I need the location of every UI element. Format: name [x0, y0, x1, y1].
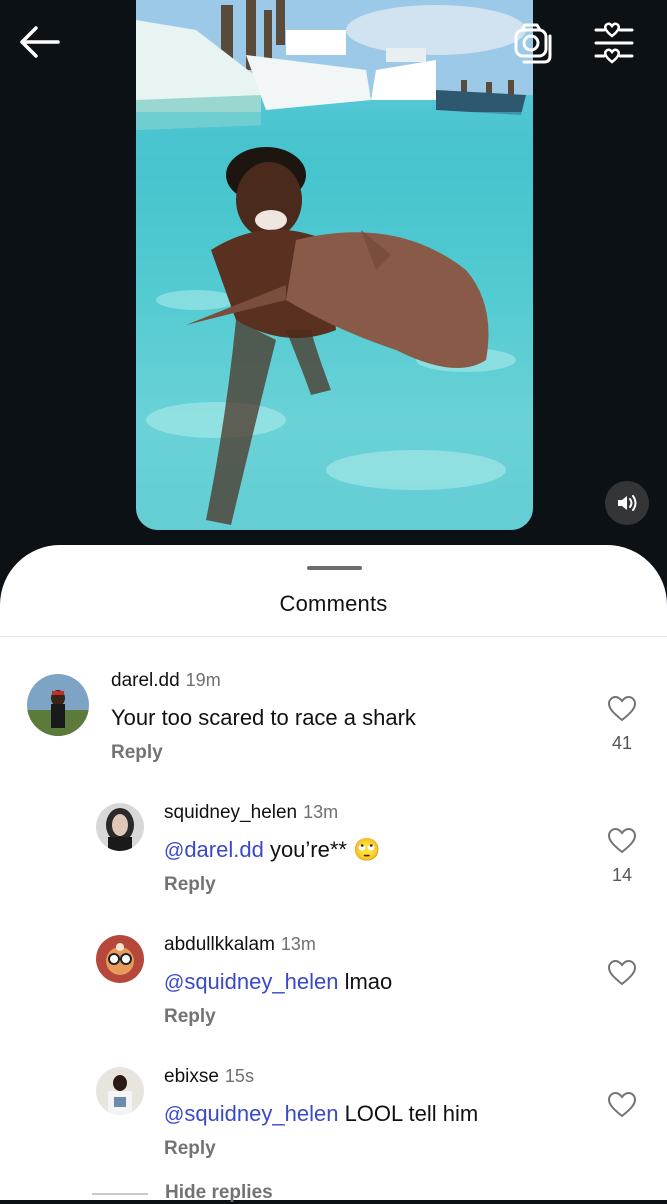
- heart-sliders-icon: [594, 22, 634, 64]
- like-count: 14: [611, 865, 633, 885]
- mention-link[interactable]: @darel.dd: [164, 837, 264, 862]
- heart-outline-icon: [607, 1091, 637, 1118]
- volume-button[interactable]: [605, 481, 649, 525]
- mention-link[interactable]: @squidney_helen: [164, 1101, 338, 1126]
- like-button[interactable]: [607, 827, 637, 854]
- threads-at-icon: @: [164, 840, 185, 862]
- avatar-image: [27, 674, 89, 736]
- like-button[interactable]: [607, 695, 637, 722]
- volume-icon: [618, 495, 637, 511]
- avatar-image: [96, 1067, 144, 1115]
- avatar-image: [96, 935, 144, 983]
- avatar-image: [96, 803, 144, 851]
- comment-text: LOOL tell him: [338, 1101, 479, 1126]
- timestamp: 13m: [303, 802, 339, 822]
- camera-button[interactable]: [510, 20, 554, 64]
- comment-text: Your too scared to race a shark: [111, 705, 416, 730]
- video-preview[interactable]: [136, 0, 533, 530]
- username[interactable]: darel.dd: [111, 670, 180, 691]
- timestamp: 15s: [224, 1066, 254, 1086]
- reply-button[interactable]: Reply: [111, 742, 163, 764]
- comment-text: you’re** 🙄: [263, 837, 381, 862]
- like-button[interactable]: [607, 1091, 637, 1118]
- username[interactable]: ebixse: [164, 1066, 219, 1087]
- filter-button[interactable]: [592, 20, 636, 64]
- mention-username: squidney_helen: [184, 969, 339, 994]
- reply-button[interactable]: Reply: [164, 874, 216, 896]
- sheet-grabber[interactable]: [307, 566, 362, 570]
- avatar[interactable]: [27, 674, 89, 736]
- heart-outline-icon: [607, 695, 637, 722]
- mention-link[interactable]: @squidney_helen: [164, 969, 338, 994]
- avatar[interactable]: [96, 803, 144, 851]
- thread-line: [92, 1193, 148, 1195]
- video-frame-illustration: [136, 0, 533, 530]
- arrow-left-icon: [20, 26, 60, 58]
- threads-at-icon: @: [164, 972, 185, 994]
- mention-username: darel.dd: [184, 837, 264, 862]
- reply-button[interactable]: Reply: [164, 1138, 216, 1160]
- threads-at-icon: @: [164, 1104, 185, 1126]
- view-more-replies-link[interactable]: View 3 more replies: [165, 625, 323, 636]
- username[interactable]: abdullkkalam: [164, 934, 275, 955]
- avatar[interactable]: [96, 1067, 144, 1115]
- like-count: 41: [611, 733, 633, 753]
- divider: [0, 636, 667, 637]
- comment-text: lmao: [338, 969, 393, 994]
- heart-outline-icon: [607, 959, 637, 986]
- heart-outline-icon: [607, 827, 637, 854]
- timestamp: 19m: [185, 670, 221, 690]
- hide-replies-button[interactable]: Hide replies: [165, 1182, 273, 1204]
- sheet-title: Comments: [279, 591, 388, 616]
- username[interactable]: squidney_helen: [164, 802, 297, 823]
- avatar[interactable]: [96, 935, 144, 983]
- back-button[interactable]: [18, 20, 66, 64]
- like-button[interactable]: [607, 959, 637, 986]
- timestamp: 13m: [280, 934, 316, 954]
- reply-button[interactable]: Reply: [164, 1006, 216, 1028]
- mention-username: squidney_helen: [184, 1101, 339, 1126]
- camera-icon: [514, 23, 552, 64]
